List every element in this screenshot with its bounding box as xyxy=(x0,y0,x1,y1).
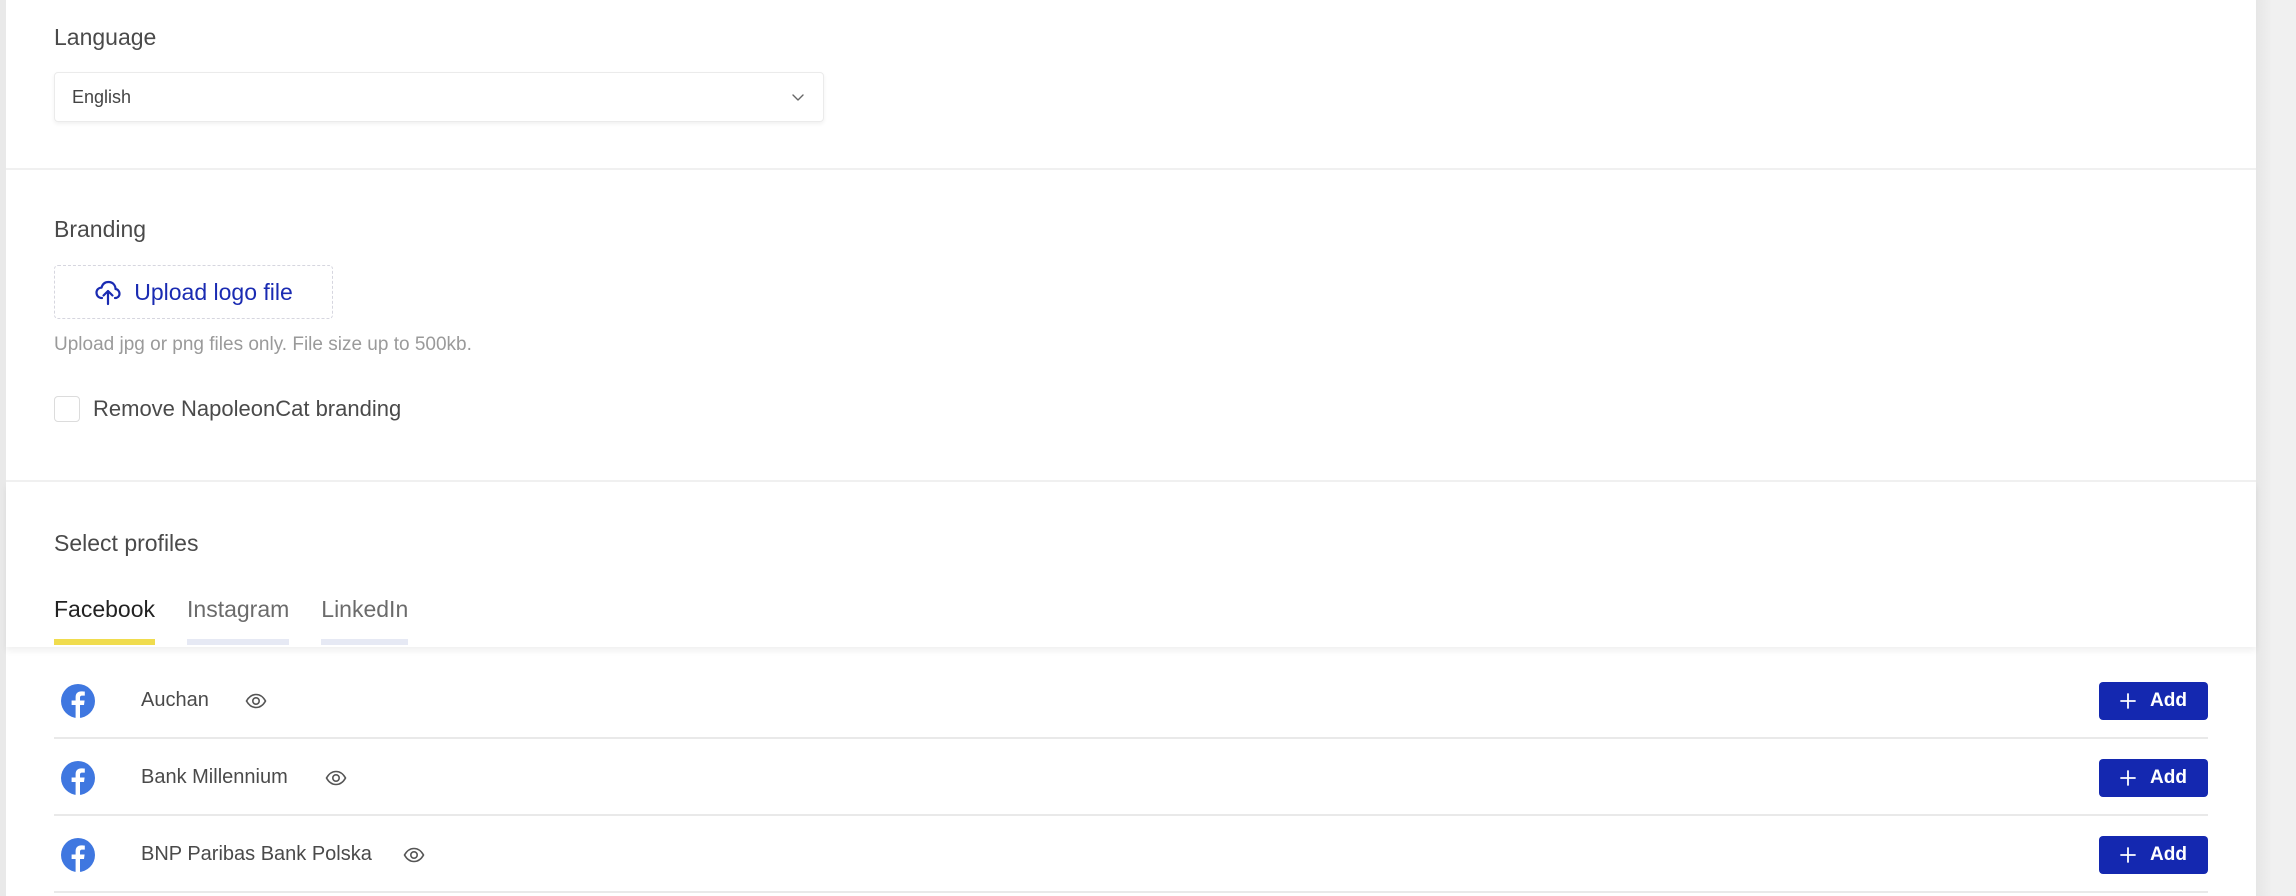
profile-name: Bank Millennium xyxy=(141,766,288,788)
add-button-label: Add xyxy=(2150,767,2187,788)
language-select[interactable]: English xyxy=(54,72,824,122)
upload-helper-text: Upload jpg or png files only. File size … xyxy=(54,334,472,355)
add-profile-button[interactable]: Add xyxy=(2099,759,2208,797)
language-select-value: English xyxy=(72,87,132,107)
add-button-label: Add xyxy=(2150,844,2187,865)
upload-logo-label: Upload logo file xyxy=(134,278,293,305)
profile-name: BNP Paribas Bank Polska xyxy=(141,843,372,865)
tab-indicator xyxy=(321,639,409,645)
tab-indicator xyxy=(187,639,290,645)
upload-logo-button[interactable]: Upload logo file xyxy=(54,265,333,319)
eye-icon[interactable] xyxy=(245,693,267,709)
plus-icon xyxy=(2120,770,2136,786)
add-button-label: Add xyxy=(2150,690,2187,711)
eye-icon[interactable] xyxy=(325,770,347,786)
profile-row: Auchan Add xyxy=(54,647,2208,739)
tab-linkedin[interactable]: LinkedIn xyxy=(321,596,409,645)
branding-section: Branding Upload logo file Upload jpg or … xyxy=(6,170,2256,482)
cloud-upload-icon xyxy=(95,280,121,306)
tab-indicator xyxy=(54,639,156,645)
select-profiles-header: Select profiles Facebook Instagram Linke… xyxy=(6,482,2256,647)
tab-facebook[interactable]: Facebook xyxy=(54,596,156,645)
profile-list: Auchan Add Bank Millennium Add BNP Parib… xyxy=(6,647,2256,893)
profile-name: Auchan xyxy=(141,689,209,711)
remove-branding-label: Remove NapoleonCat branding xyxy=(93,396,402,421)
language-section: Language English xyxy=(6,0,2256,170)
branding-title: Branding xyxy=(54,216,147,242)
language-title: Language xyxy=(54,24,157,50)
profile-row: Bank Millennium Add xyxy=(54,739,2208,816)
facebook-icon xyxy=(61,838,95,872)
tab-linkedin-label: LinkedIn xyxy=(321,596,409,622)
facebook-icon xyxy=(61,684,95,718)
tab-instagram-label: Instagram xyxy=(187,596,290,622)
remove-branding-checkbox[interactable] xyxy=(54,396,80,422)
settings-panel: Language English Branding Upload logo fi… xyxy=(6,0,2256,896)
network-tabs: Facebook Instagram LinkedIn xyxy=(54,596,409,645)
chevron-down-icon xyxy=(792,94,804,101)
plus-icon xyxy=(2120,693,2136,709)
add-profile-button[interactable]: Add xyxy=(2099,682,2208,720)
tab-facebook-label: Facebook xyxy=(54,596,156,622)
eye-icon[interactable] xyxy=(403,847,425,863)
remove-branding-option[interactable]: Remove NapoleonCat branding xyxy=(54,396,401,422)
select-profiles-title: Select profiles xyxy=(54,530,199,556)
scroll-gutter xyxy=(2256,0,2296,896)
facebook-icon xyxy=(61,761,95,795)
profile-row: BNP Paribas Bank Polska Add xyxy=(54,816,2208,893)
add-profile-button[interactable]: Add xyxy=(2099,836,2208,874)
tab-instagram[interactable]: Instagram xyxy=(187,596,290,645)
plus-icon xyxy=(2120,847,2136,863)
